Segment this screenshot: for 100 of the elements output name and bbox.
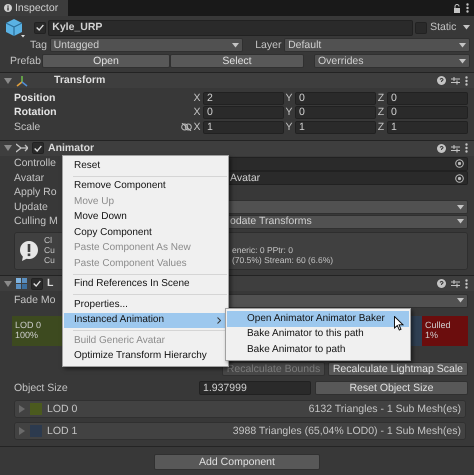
lock-icon[interactable] [452,4,460,12]
info-icon [4,4,12,12]
component-title: Transform [54,74,106,87]
info-text: Cu [44,256,55,266]
reset-object-size-button[interactable]: Reset Object Size [315,381,468,395]
lod-info: 3988 Triangles (65,04% LOD0) - 1 Sub Mesh(es) [232,424,461,438]
static-label: Static [430,21,456,34]
number-field[interactable]: 0 [203,106,284,120]
lod-row[interactable]: LOD 0 6132 Triangles - 1 Sub Mesh(es) [14,400,466,418]
number-field[interactable]: 2 [203,92,284,105]
axis-label: X [192,120,202,134]
checkbox[interactable] [32,142,44,154]
axis-label: Y [284,106,294,120]
foldout-arrow-icon[interactable] [4,144,12,152]
open-button[interactable]: Open [42,54,170,68]
axis-label: Z [376,120,386,134]
info-text: eneric: 0 PPtr: 0 [232,246,294,256]
caret-icon [459,58,466,64]
info-text: Cl [44,236,52,246]
overrides-dropdown[interactable]: Overrides [314,54,470,68]
more-options-icon[interactable] [465,278,468,288]
inspector-tab[interactable]: Inspector [0,0,68,16]
lod-row[interactable]: LOD 1 3988 Triangles (65,04% LOD0) - 1 Sub Mesh(es) [14,422,466,440]
link-icon[interactable] [181,123,192,132]
field-label: Controlle [14,157,56,170]
axis-label: Z [376,92,386,105]
menu-item[interactable]: Open Animator Animator Baker [227,311,409,326]
menu-item[interactable]: Reset [64,158,227,174]
number-field[interactable]: 0 [295,106,376,120]
more-options-icon[interactable] [466,3,469,13]
menu-item[interactable]: Copy Component [64,225,227,240]
number-field[interactable]: 0 [295,92,376,105]
animator-icon [16,143,28,153]
prefab-label: Prefab [10,54,42,68]
layer-label: Layer [255,38,282,52]
axis-label: Y [284,92,294,105]
menu-item[interactable]: Bake Animator to this path [227,326,409,342]
layer-dropdown[interactable]: Default [284,38,470,52]
field-label: Object Size [14,382,69,394]
menu-item[interactable]: Properties... [64,297,227,312]
checkbox[interactable] [31,278,43,290]
number-field[interactable]: 1.937999 [199,381,311,395]
menu-item[interactable]: Instanced Animation [64,312,227,328]
lod-label: LOD 1 [47,424,78,438]
menu-item[interactable]: Find References In Scene [64,276,227,292]
checkbox[interactable] [34,22,46,34]
help-icon[interactable] [436,76,446,85]
caret-icon [457,204,464,210]
more-options-icon[interactable] [465,143,468,153]
field-label: Culling M [14,215,58,228]
number-field[interactable]: 0 [387,106,468,120]
object-field[interactable] [226,156,468,171]
caret-icon [457,219,464,224]
component-title: L [47,277,54,290]
presets-icon[interactable] [450,144,460,152]
lod-segment[interactable]: LOD 0 100% [12,316,62,346]
lod-label: LOD 0 [47,402,78,416]
number-field[interactable]: 1 [203,120,284,134]
presets-icon[interactable] [450,76,460,85]
foldout-arrow-icon[interactable] [4,280,12,288]
foldout-arrow-icon[interactable] [4,76,12,84]
help-icon[interactable] [436,279,446,288]
axis-gizmo-icon [16,74,28,86]
field-label: Avatar [14,172,44,185]
tag-dropdown[interactable]: Untagged [50,38,243,52]
segment-percent: 1% [425,331,440,341]
segment-label: Culled [425,321,452,331]
help-icon[interactable] [436,144,446,152]
field-label: Position [14,92,56,105]
select-button[interactable]: Select [170,54,304,68]
dropdown[interactable]: odate Transforms [226,214,468,229]
number-field[interactable]: 1 [295,120,376,134]
menu-item[interactable]: Bake Animator to path [227,342,409,358]
menu-item[interactable]: Move Down [64,210,227,225]
lod-info: 6132 Triangles - 1 Sub Mesh(es) [308,402,461,416]
menu-item[interactable]: Optimize Transform Hierarchy [64,348,227,364]
axis-label: Z [376,106,386,120]
axis-label: Y [284,120,294,134]
info-text: (70.5%) Stream: 60 (6.6%) [232,256,334,266]
recalculate-button[interactable]: Recalculate Lightmap Scale [328,362,468,376]
axis-label: X [192,92,202,105]
segment-percent: 100% [15,331,40,341]
number-field[interactable]: 1 [387,120,468,134]
cube-icon [4,18,26,38]
presets-icon[interactable] [450,279,460,288]
warning-bubble-icon [19,240,39,262]
field-label: Update [14,200,48,214]
object-field[interactable]: Avatar [226,171,468,186]
lod-segment[interactable]: Culled 1% [422,316,468,346]
field-label: Apply Ro [14,186,57,200]
lod-group-icon [16,278,27,289]
field-label: Scale [14,120,40,134]
axis-label: X [192,106,202,120]
field-label: Rotation [14,106,57,120]
add-component-button[interactable]: Add Component [154,454,320,470]
menu-item[interactable]: Remove Component [64,178,227,194]
number-field[interactable]: 0 [387,92,468,105]
more-options-icon[interactable] [465,76,468,86]
mouse-cursor-icon [394,316,404,331]
name-field[interactable]: Kyle_URP [48,20,413,36]
